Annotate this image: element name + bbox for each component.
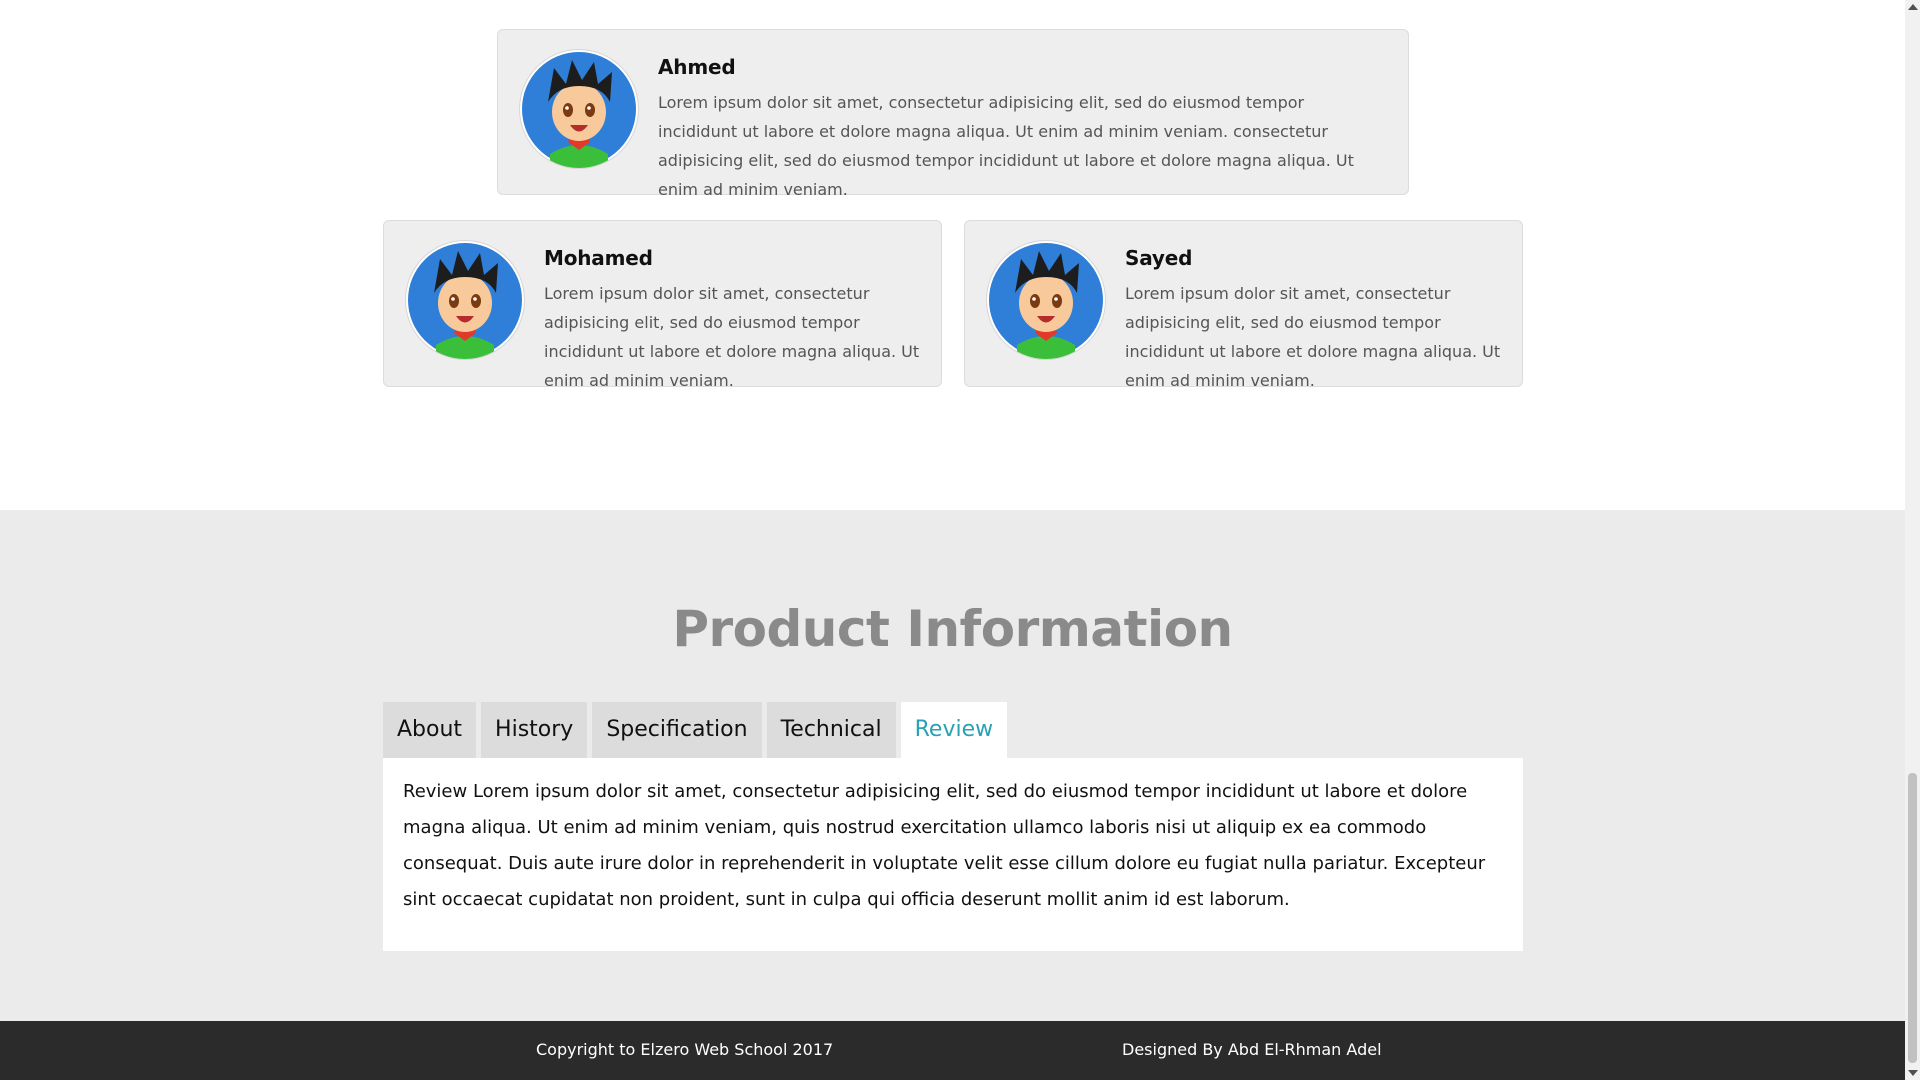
anime-boy-avatar-icon (520, 50, 638, 168)
section-title: Product Information (672, 600, 1233, 658)
tab-history[interactable]: History (481, 702, 588, 758)
anime-boy-avatar-icon (406, 241, 524, 359)
page: Ahmed Lorem ipsum dolor sit amet, consec… (0, 0, 1905, 1080)
scroll-up-arrow-icon[interactable] (1908, 4, 1918, 10)
testimonial-name: Sayed (1125, 246, 1193, 270)
tab-about[interactable]: About (383, 702, 477, 758)
scrollbar-thumb[interactable] (1908, 773, 1917, 1063)
tab-bar: About History Specification Technical Re… (383, 702, 1008, 758)
anime-boy-avatar-icon (987, 241, 1105, 359)
scroll-down-arrow-icon[interactable] (1908, 1070, 1918, 1076)
product-information-section: Product Information About History Specif… (0, 510, 1905, 1021)
testimonial-text: Lorem ipsum dolor sit amet, consectetur … (544, 284, 920, 390)
footer: Copyright to Elzero Web School 2017 Desi… (0, 1021, 1905, 1080)
testimonial-text: Lorem ipsum dolor sit amet, consectetur … (1125, 284, 1501, 390)
testimonial-card: Mohamed Lorem ipsum dolor sit amet, cons… (383, 220, 942, 390)
tab-technical[interactable]: Technical (766, 702, 896, 758)
testimonial-text: Lorem ipsum dolor sit amet, consectetur … (658, 93, 1354, 199)
vertical-scrollbar[interactable] (1905, 0, 1920, 1080)
testimonial-card: Ahmed Lorem ipsum dolor sit amet, consec… (497, 29, 1409, 199)
testimonials-section: Ahmed Lorem ipsum dolor sit amet, consec… (0, 0, 1905, 510)
testimonial-name: Ahmed (658, 55, 736, 79)
tab-panel-review: Review Lorem ipsum dolor sit amet, conse… (383, 758, 1523, 951)
copyright-text: Copyright to Elzero Web School 2017 (536, 1040, 834, 1059)
tab-review[interactable]: Review (900, 702, 1008, 758)
testimonial-name: Mohamed (544, 246, 653, 270)
designer-credit: Designed By Abd El-Rhman Adel (1122, 1040, 1382, 1059)
tab-specification[interactable]: Specification (592, 702, 762, 758)
testimonial-card: Sayed Lorem ipsum dolor sit amet, consec… (964, 220, 1523, 390)
